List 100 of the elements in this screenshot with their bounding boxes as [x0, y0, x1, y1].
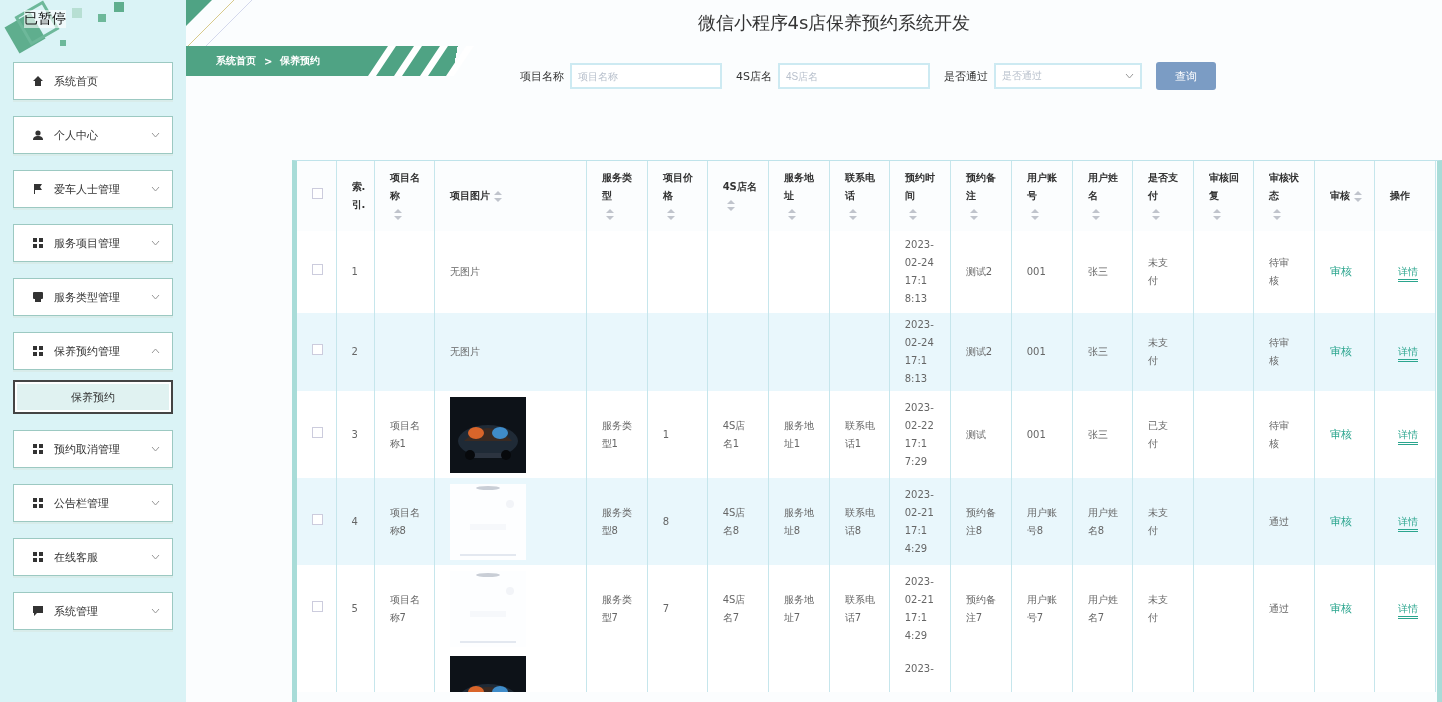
- paused-label: 已暂停: [24, 10, 66, 28]
- table-cell-text: 服务类型1: [601, 418, 632, 451]
- table-cell-text: 2023-02-21 17:14:29: [904, 487, 935, 556]
- sidebar-item[interactable]: 系统管理: [13, 592, 173, 630]
- table-cell-text: 联系电话8: [844, 505, 875, 538]
- user-icon: [32, 129, 44, 141]
- checkbox[interactable]: [312, 426, 323, 438]
- grid-icon: [32, 443, 44, 455]
- checkbox[interactable]: [312, 513, 323, 525]
- table-cell-text: 未支付: [1147, 256, 1169, 288]
- sort-icon[interactable]: [787, 208, 796, 220]
- chat-icon: [32, 605, 44, 617]
- table-cell-text: 待审核: [1268, 418, 1290, 451]
- table-cell-text: 用户账号8: [1026, 505, 1057, 538]
- table-cell-text: 2023-02-24 17:18:13: [904, 318, 935, 386]
- table-cell-text: 待审核: [1268, 256, 1290, 288]
- checkbox[interactable]: [312, 344, 323, 355]
- grid-icon: [32, 237, 44, 249]
- table-cell-text: 无图片: [449, 345, 480, 359]
- table-cell-text: 2023-02-22 17:17:29: [904, 400, 935, 469]
- sort-icon[interactable]: [666, 208, 675, 220]
- table-cell-text: 3: [351, 427, 358, 442]
- sidebar-item[interactable]: 系统首页: [13, 62, 173, 100]
- table-cell-text: 通过: [1268, 514, 1289, 529]
- table-cell-text: 4: [351, 514, 358, 529]
- table-cell-text: 预约备注8: [965, 505, 997, 538]
- table-cell-text: 张三: [1087, 427, 1108, 442]
- checkbox[interactable]: [312, 188, 323, 199]
- sidebar-subitem[interactable]: 保养预约: [13, 380, 173, 414]
- table-cell-text: 未支付: [1147, 592, 1169, 625]
- sort-icon[interactable]: [1212, 208, 1221, 220]
- sidebar-item[interactable]: 服务项目管理: [13, 224, 173, 262]
- table-cell-text: 用户账号7: [1026, 592, 1057, 625]
- chevron-down-icon: [1125, 73, 1134, 79]
- sort-icon[interactable]: [1353, 190, 1362, 202]
- table-cell-text: 服务类型8: [601, 505, 632, 538]
- table-cell-text: 待审核: [1268, 336, 1290, 368]
- grid-icon: [32, 497, 44, 509]
- table-cell-text: 4S店名7: [722, 592, 747, 625]
- table-cell-text: 测试2: [965, 345, 993, 359]
- table-cell-text: 7: [662, 601, 669, 616]
- sort-icon[interactable]: [1272, 208, 1281, 220]
- table-cell-text: 通过: [1268, 601, 1289, 616]
- table-cell-text: 2023-02-24 17:18:13: [904, 238, 935, 306]
- sort-icon[interactable]: [1030, 208, 1039, 220]
- sort-icon[interactable]: [908, 208, 917, 220]
- home-icon: [32, 75, 44, 87]
- table-cell-text: 服务地址8: [783, 505, 814, 538]
- table-cell-text: 2023-: [904, 662, 934, 676]
- page-title: 微信小程序4s店保养预约系统开发: [696, 11, 971, 35]
- table-cell-text: 服务地址7: [783, 592, 814, 625]
- checkbox[interactable]: [312, 600, 323, 612]
- sort-icon[interactable]: [493, 190, 502, 202]
- input-field[interactable]: 项目名称: [570, 63, 722, 89]
- sidebar-item[interactable]: 保养预约管理: [13, 332, 173, 370]
- sidebar-item[interactable]: 预约取消管理: [13, 430, 173, 468]
- filter-label: 项目名称: [520, 68, 564, 84]
- table-cell-text: 服务类型7: [601, 592, 632, 625]
- flag-icon: [32, 183, 44, 195]
- table-cell-text: 用户姓名8: [1087, 505, 1118, 538]
- table-cell-text: 001: [1026, 265, 1046, 279]
- sidebar-item[interactable]: 服务类型管理: [13, 278, 173, 316]
- table-cell-text: 1: [351, 265, 358, 279]
- table-cell-text: 项目名称7: [389, 592, 420, 625]
- input-field[interactable]: 4S店名: [778, 63, 930, 89]
- table-cell-text: 1: [662, 427, 669, 442]
- table-cell-text: 001: [1026, 427, 1046, 442]
- table-cell-text: 未支付: [1147, 505, 1169, 538]
- breadcrumb-separator: >: [264, 55, 273, 67]
- table-cell-text: 用户姓名7: [1087, 592, 1118, 625]
- sort-icon[interactable]: [393, 208, 402, 220]
- table-cell-text: 2: [351, 345, 358, 359]
- table-cell-text: 项目名称1: [389, 418, 420, 451]
- table-cell-text: 联系电话7: [844, 592, 875, 625]
- table-cell-text: 测试: [965, 427, 986, 442]
- table-cell-text: 预约备注7: [965, 592, 997, 625]
- sort-icon[interactable]: [1151, 208, 1160, 220]
- sidebar-item[interactable]: 爱车人士管理: [13, 170, 173, 208]
- table-cell-text: 5: [351, 601, 358, 616]
- table-cell-text: 2023-02-21 17:14:29: [904, 574, 935, 643]
- sidebar-item[interactable]: 公告栏管理: [13, 484, 173, 522]
- sidebar-item[interactable]: 个人中心: [13, 116, 173, 154]
- table-cell-text: 001: [1026, 345, 1046, 359]
- sort-icon[interactable]: [848, 208, 857, 220]
- table-cell-text: 服务地址1: [783, 418, 814, 451]
- filter-label: 4S店名: [736, 68, 772, 84]
- table-cell-text: 联系电话1: [844, 418, 875, 451]
- table-cell-text: 8: [662, 514, 669, 529]
- grid-icon: [32, 551, 44, 563]
- sort-icon[interactable]: [605, 208, 614, 220]
- table-cell-text: 已支付: [1147, 418, 1169, 451]
- sort-icon[interactable]: [969, 208, 978, 220]
- sort-icon[interactable]: [726, 199, 735, 211]
- checkbox[interactable]: [312, 264, 323, 275]
- table-cell-text: 未支付: [1147, 336, 1169, 368]
- sidebar-item[interactable]: 在线客服: [13, 538, 173, 576]
- table-cell-text: 4S店名8: [722, 505, 747, 538]
- tray-icon: [32, 291, 44, 303]
- sort-icon[interactable]: [1091, 208, 1100, 220]
- filter-label: 是否通过: [944, 68, 988, 84]
